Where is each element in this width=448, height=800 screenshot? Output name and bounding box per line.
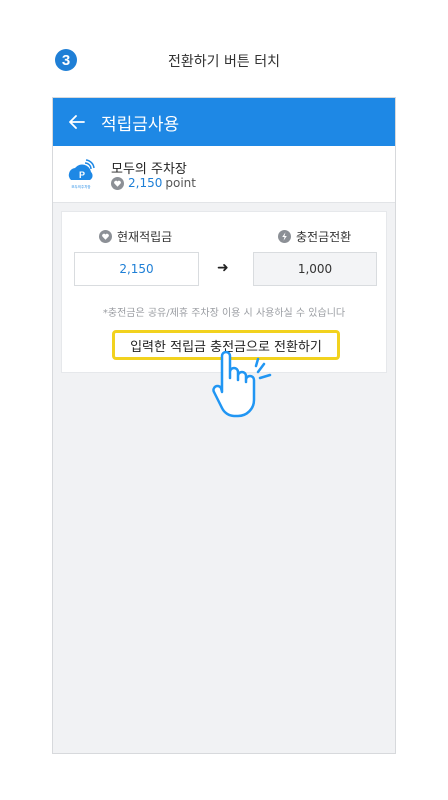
points-value: 2,150 <box>128 176 163 190</box>
conversion-card: 현재적립금 충전금전환 2,150 ➜ 1,000 *충전금은 공유/제휴 주차… <box>61 211 387 373</box>
current-label-text: 현재적립금 <box>117 230 173 244</box>
svg-text:모두의주차장: 모두의주차장 <box>71 184 91 189</box>
step-title: 전환하기 버튼 터치 <box>168 54 280 70</box>
notice-text: *충전금은 공유/제휴 주차장 이용 시 사용하실 수 있습니다 <box>102 308 346 319</box>
arrow-right-icon: ➜ <box>217 260 229 276</box>
convert-amount-input[interactable]: 1,000 <box>253 252 377 286</box>
convert-label: 충전금전환 <box>278 228 351 245</box>
shop-points: 2,150 point <box>111 176 196 190</box>
current-points-field: 2,150 <box>74 252 199 286</box>
points-unit: point <box>165 176 196 190</box>
lightning-coin-icon <box>278 230 291 243</box>
app-bar: 적립금사용 <box>53 98 395 146</box>
shop-info: P 모두의주차장 모두의 주차장 2,150 point <box>53 146 395 203</box>
heart-coin-icon <box>111 176 124 190</box>
page-title: 적립금사용 <box>101 114 180 135</box>
shop-name: 모두의 주차장 <box>111 162 187 177</box>
heart-coin-icon <box>99 230 112 243</box>
arrow-left-icon[interactable] <box>66 115 88 129</box>
convert-label-text: 충전금전환 <box>296 230 352 244</box>
svg-text:P: P <box>79 170 85 180</box>
current-points-label: 현재적립금 <box>99 228 172 245</box>
phone-screen: 적립금사용 P 모두의주차장 모두의 주차장 2,150 point 현재적립금… <box>52 97 396 754</box>
parking-cloud-logo: P 모두의주차장 <box>67 159 95 189</box>
step-header: 3 전환하기 버튼 터치 <box>0 46 448 74</box>
tap-hand-icon <box>212 350 272 418</box>
